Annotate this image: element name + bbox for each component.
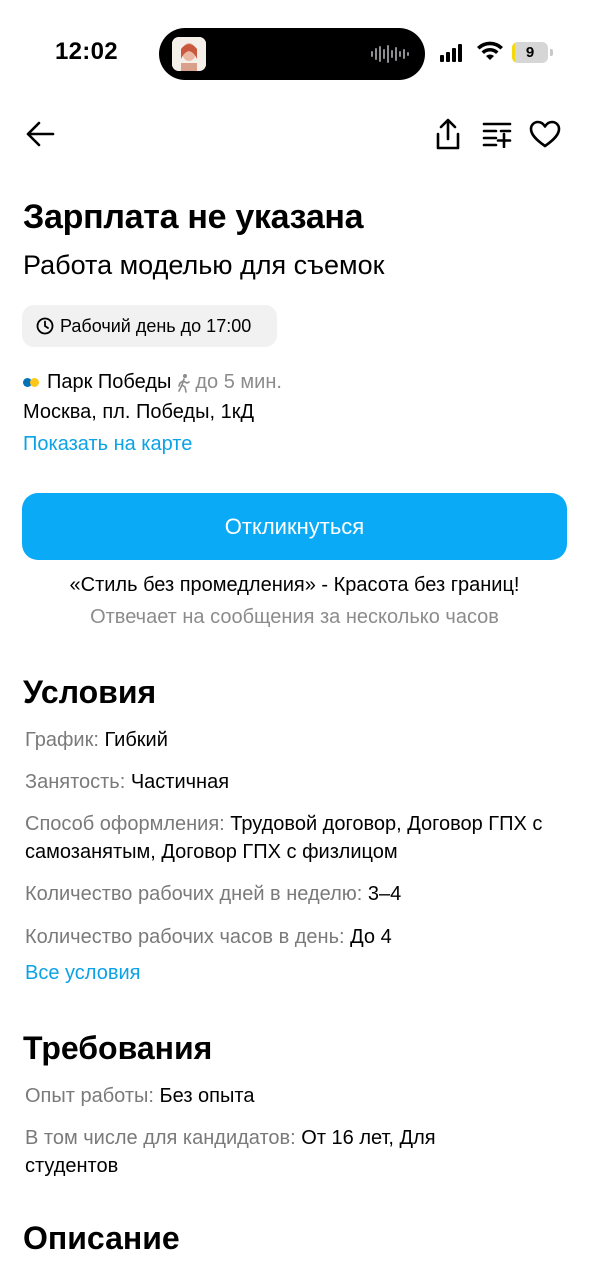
battery-icon: 9 — [512, 42, 553, 63]
clock-icon — [36, 317, 54, 335]
requirement-value: Без опыта — [159, 1085, 255, 1107]
battery-level: 9 — [525, 44, 535, 61]
back-button[interactable] — [22, 116, 58, 152]
condition-label: Количество рабочих дней в неделю: — [25, 883, 368, 905]
now-playing-thumbnail — [172, 37, 206, 71]
show-on-map-link[interactable]: Показать на карте — [23, 433, 192, 456]
metro-station-name: Парк Победы — [47, 371, 172, 393]
condition-contract: Способ оформления: Трудовой договор, Дог… — [25, 810, 545, 866]
schedule-chip-label: Рабочий день до 17:00 — [60, 315, 252, 336]
requirement-label: В том числе для кандидатов: — [25, 1127, 302, 1149]
heart-icon — [529, 120, 561, 148]
condition-label: График: — [25, 729, 105, 751]
requirements-heading: Требования — [23, 1030, 213, 1066]
employer-name[interactable]: «Стиль без промедления» - Красота без гр… — [0, 574, 589, 597]
status-time: 12:02 — [55, 38, 118, 65]
condition-label: Способ оформления: — [25, 813, 231, 835]
share-icon — [436, 118, 460, 150]
requirement-candidates: В том числе для кандидатов: От 16 лет, Д… — [25, 1124, 455, 1180]
all-conditions-link[interactable]: Все условия — [25, 962, 140, 985]
compare-icon — [482, 122, 512, 148]
condition-hours: Количество рабочих часов в день: До 4 — [25, 923, 565, 951]
dynamic-island[interactable] — [159, 28, 425, 80]
respond-button[interactable]: Откликнуться — [22, 493, 567, 560]
requirement-label: Опыт работы: — [25, 1085, 160, 1107]
salary-title: Зарплата не указана — [23, 198, 364, 236]
schedule-chip: Рабочий день до 17:00 — [22, 305, 277, 347]
address: Москва, пл. Победы, 1кД — [23, 401, 254, 423]
status-bar: 12:02 9 — [0, 0, 589, 100]
condition-label: Количество рабочих часов в день: — [25, 926, 351, 948]
audio-waveform-icon — [371, 44, 409, 64]
walking-icon — [177, 373, 191, 393]
condition-schedule: График: Гибкий — [25, 726, 565, 754]
signal-icon — [440, 42, 462, 62]
walk-time: до 5 мин. — [195, 371, 282, 393]
description-heading: Описание — [23, 1220, 180, 1256]
condition-employment: Занятость: Частичная — [25, 768, 565, 796]
condition-value: До 4 — [350, 926, 392, 948]
share-button[interactable] — [430, 114, 466, 154]
wifi-icon — [476, 40, 504, 67]
condition-label: Занятость: — [25, 771, 131, 793]
compare-button[interactable] — [480, 116, 514, 152]
reply-time-note: Отвечает на сообщения за несколько часов — [90, 606, 499, 628]
requirement-experience: Опыт работы: Без опыта — [25, 1082, 565, 1110]
condition-days: Количество рабочих дней в неделю: 3–4 — [25, 880, 565, 908]
metro-line-icon — [23, 378, 39, 387]
arrow-left-icon — [26, 121, 55, 147]
metro-station: Парк Победы до 5 мин. — [23, 371, 282, 394]
favorite-button[interactable] — [527, 116, 563, 152]
condition-value: Гибкий — [104, 729, 168, 751]
condition-value: 3–4 — [367, 883, 402, 905]
conditions-heading: Условия — [23, 674, 157, 710]
vacancy-title: Работа моделью для съемок — [23, 250, 385, 280]
condition-value: Частичная — [130, 771, 230, 793]
